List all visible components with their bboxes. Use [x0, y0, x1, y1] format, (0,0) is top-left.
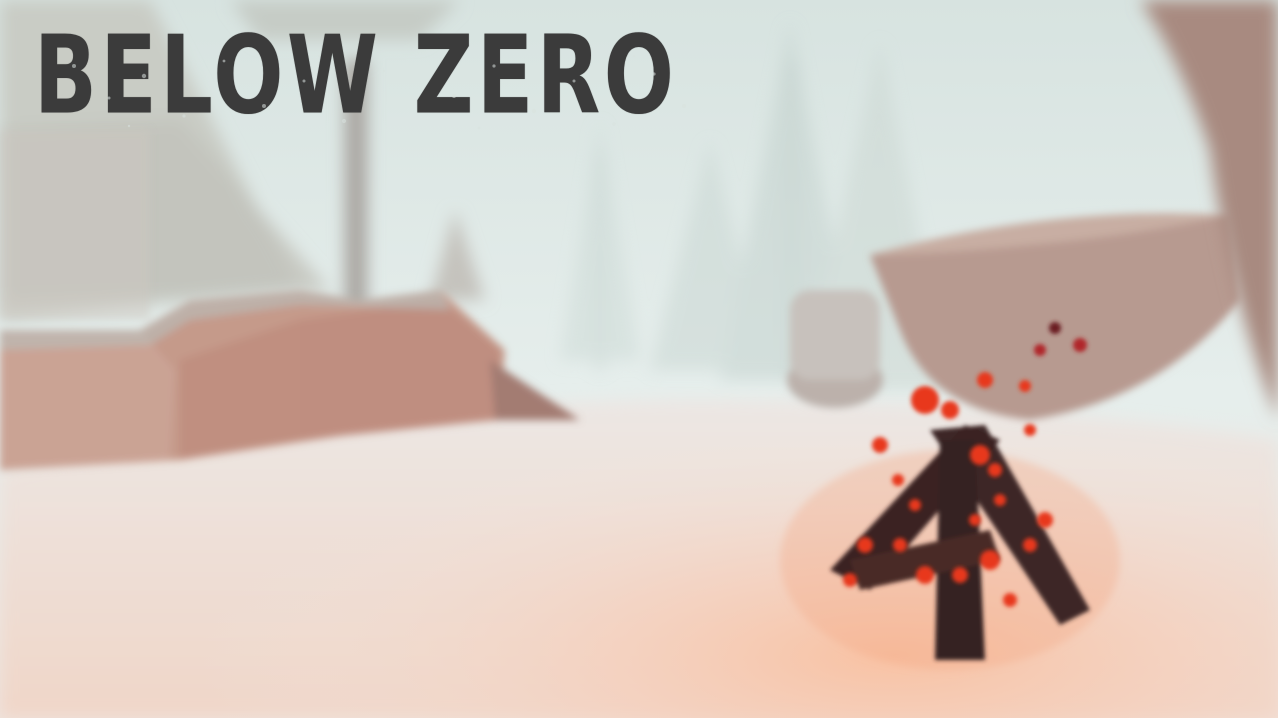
- game-title-logo: BELOW ZERO: [34, 13, 678, 139]
- game-scene: BELOW ZERO: [0, 0, 1278, 718]
- cut-log: [787, 290, 883, 408]
